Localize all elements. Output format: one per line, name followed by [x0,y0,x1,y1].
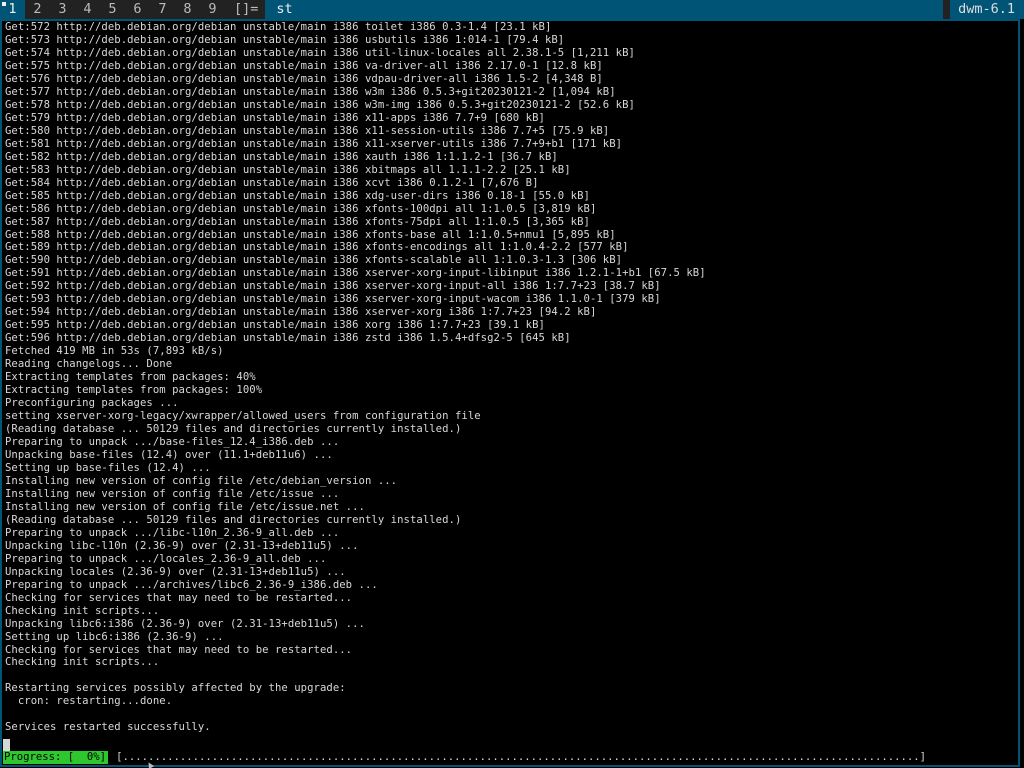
terminal-line: Get:596 http://deb.debian.org/debian uns… [5,332,571,345]
terminal-window[interactable]: Get:572 http://deb.debian.org/debian uns… [0,19,1020,767]
terminal-line: Services restarted successfully. [5,721,211,734]
terminal-line: Preparing to unpack .../locales_2.36-9_a… [5,552,327,565]
terminal-line: Get:574 http://deb.debian.org/debian uns… [5,46,635,59]
terminal-line: cron: restarting...done. [5,695,173,708]
terminal-line: Get:572 http://deb.debian.org/debian uns… [5,21,552,33]
terminal-line: Installing new version of config file /e… [5,500,365,513]
terminal-line: Get:588 http://deb.debian.org/debian uns… [5,228,616,241]
terminal-line: Get:575 http://deb.debian.org/debian uns… [5,59,603,72]
terminal-line: Unpacking libc-l10n (2.36-9) over (2.31-… [5,539,359,552]
tag-3[interactable]: 3 [50,0,75,19]
progress-track: [.......................................… [116,751,927,763]
terminal-line: Get:579 http://deb.debian.org/debian uns… [5,111,545,124]
terminal-line: Preparing to unpack .../archives/libc6_2… [5,578,378,591]
terminal-line: Preparing to unpack .../libc-l10n_2.36-9… [5,526,340,539]
tag-7[interactable]: 7 [150,0,175,19]
terminal-line: Get:584 http://deb.debian.org/debian uns… [5,176,539,189]
apt-progress-row: Progress: [ 0%] [.......................… [3,751,926,764]
dwm-status-bar: 1 2 3 4 5 6 7 8 9 []= st dwm-6.1 [0,0,1024,19]
terminal-line: Get:573 http://deb.debian.org/debian uns… [5,33,565,46]
terminal-line: Checking for services that may need to b… [5,591,353,604]
terminal-line: Get:578 http://deb.debian.org/debian uns… [5,98,635,111]
window-title: st [265,0,944,19]
tag-9[interactable]: 9 [200,0,225,19]
terminal-line: Setting up base-files (12.4) ... [5,461,211,474]
layout-symbol[interactable]: []= [225,0,265,19]
terminal-line: Preconfiguring packages ... [5,397,179,410]
bar-separator [943,0,951,19]
terminal-line: Extracting templates from packages: 100% [5,384,263,397]
tag-1[interactable]: 1 [0,0,25,19]
terminal-line: (Reading database ... 50129 files and di… [5,423,462,436]
terminal-line: Checking init scripts... [5,604,160,617]
terminal-line: Get:583 http://deb.debian.org/debian uns… [5,163,571,176]
terminal-line: Unpacking base-files (12.4) over (11.1+d… [5,448,333,461]
terminal-cursor [3,739,10,751]
terminal-line: Get:586 http://deb.debian.org/debian uns… [5,202,597,215]
terminal-line: Reading changelogs... Done [5,358,173,371]
terminal-line: setting xserver-xorg-legacy/xwrapper/all… [5,410,481,423]
terminal-line: Unpacking libc6:i386 (2.36-9) over (2.31… [5,617,365,630]
terminal-line: Checking init scripts... [5,656,160,669]
terminal-line: Restarting services possibly affected by… [5,682,346,695]
terminal-line: Get:592 http://deb.debian.org/debian uns… [5,280,661,293]
terminal-line: Get:589 http://deb.debian.org/debian uns… [5,241,629,254]
terminal-line: (Reading database ... 50129 files and di… [5,513,462,526]
terminal-line: Setting up libc6:i386 (2.36-9) ... [5,630,224,643]
terminal-line: Fetched 419 MB in 53s (7,893 kB/s) [5,345,224,358]
tag-4[interactable]: 4 [75,0,100,19]
terminal-line: Get:594 http://deb.debian.org/debian uns… [5,306,597,319]
tag-2[interactable]: 2 [25,0,50,19]
terminal-line: Get:581 http://deb.debian.org/debian uns… [5,137,623,150]
status-text: dwm-6.1 [950,0,1024,19]
terminal-line: Get:591 http://deb.debian.org/debian uns… [5,267,706,280]
terminal-line: Get:582 http://deb.debian.org/debian uns… [5,150,558,163]
terminal-line: Get:593 http://deb.debian.org/debian uns… [5,293,661,306]
terminal-line: Get:590 http://deb.debian.org/debian uns… [5,254,623,267]
terminal-line: Unpacking locales (2.36-9) over (2.31-13… [5,565,346,578]
tag-8[interactable]: 8 [175,0,200,19]
terminal-line: Installing new version of config file /e… [5,474,398,487]
terminal-line: Checking for services that may need to b… [5,643,353,656]
tag-5[interactable]: 5 [100,0,125,19]
terminal-line: Get:580 http://deb.debian.org/debian uns… [5,124,610,137]
terminal-line: Get:585 http://deb.debian.org/debian uns… [5,189,590,202]
terminal-line: Extracting templates from packages: 40% [5,371,256,384]
terminal-line: Get:595 http://deb.debian.org/debian uns… [5,319,545,332]
terminal-line: Installing new version of config file /e… [5,487,340,500]
terminal-line: Get:577 http://deb.debian.org/debian uns… [5,85,616,98]
terminal-output: Get:572 http://deb.debian.org/debian uns… [5,21,706,734]
progress-label: Progress: [ 0%] [3,751,109,764]
terminal-line: Get:587 http://deb.debian.org/debian uns… [5,215,590,228]
terminal-line: Get:576 http://deb.debian.org/debian uns… [5,72,603,85]
terminal-line: Preparing to unpack .../base-files_12.4_… [5,436,340,448]
tag-6[interactable]: 6 [125,0,150,19]
